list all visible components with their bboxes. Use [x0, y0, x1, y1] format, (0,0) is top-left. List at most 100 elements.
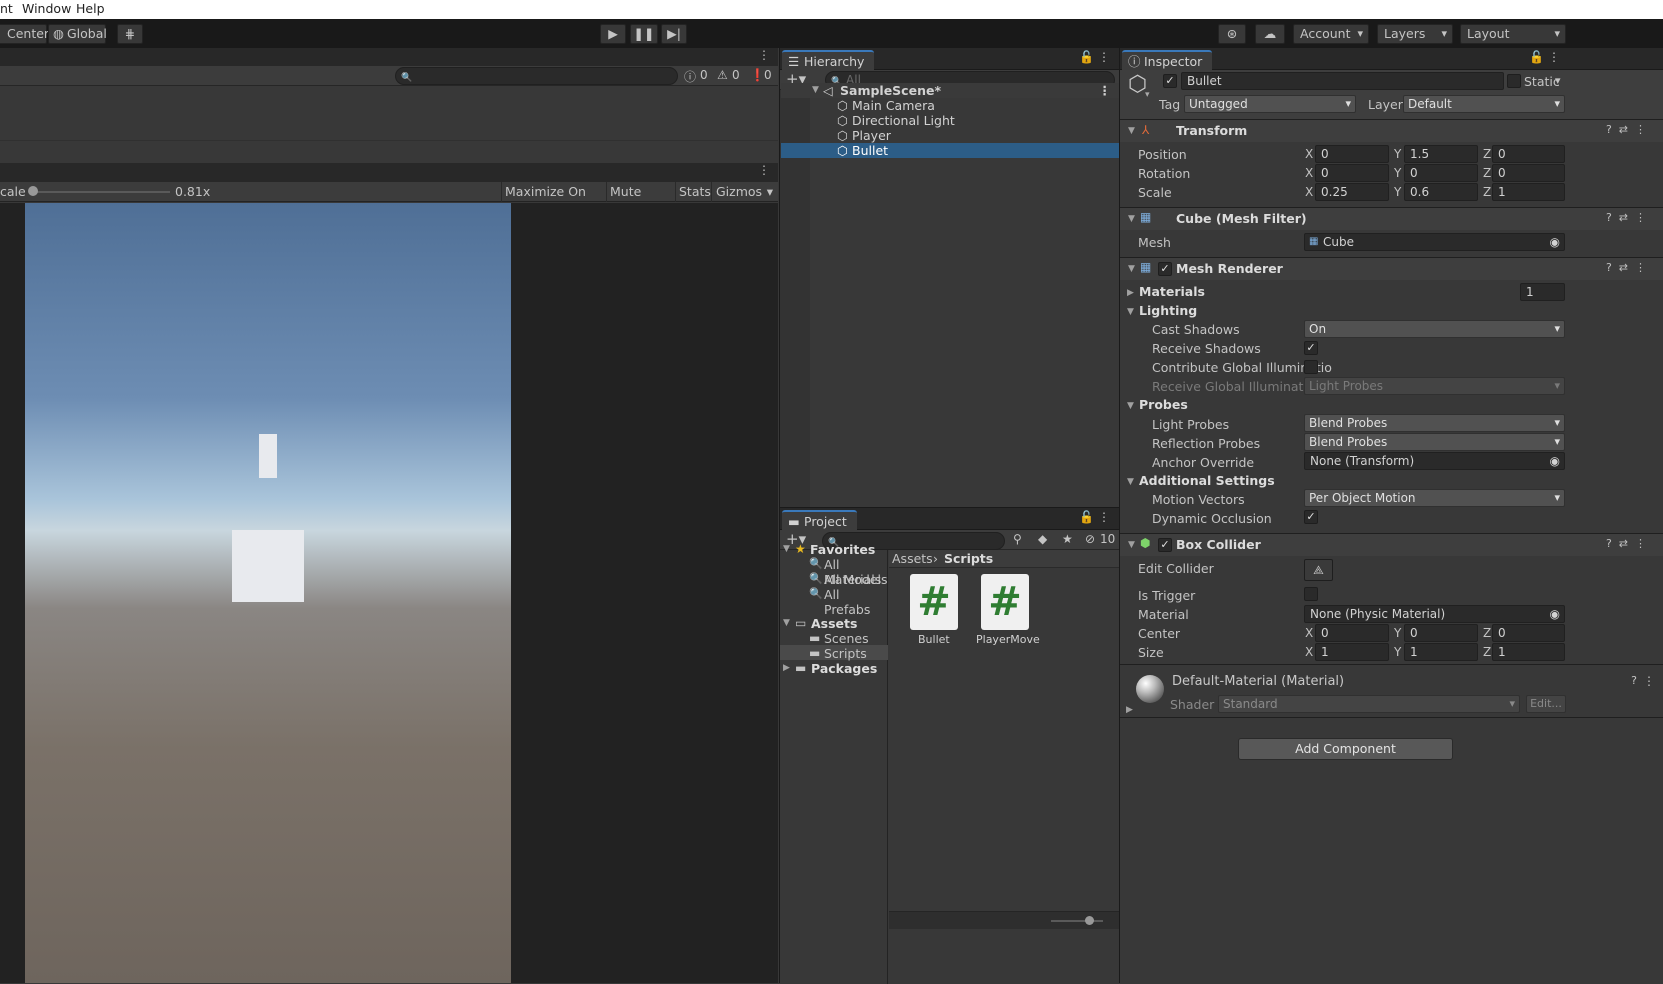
probes-label[interactable]: Probes [1139, 397, 1188, 412]
icon-size-slider-handle[interactable] [1085, 916, 1094, 925]
transform-header[interactable]: ▼ ⅄ Transform ?⇄⋮ [1120, 119, 1663, 142]
layer-dropdown[interactable]: Default [1403, 95, 1565, 113]
packages-label[interactable]: Packages [811, 661, 877, 676]
shader-dropdown[interactable]: Standard [1218, 695, 1520, 713]
breadcrumb-scripts[interactable]: Scripts [944, 551, 993, 566]
layers-dropdown[interactable]: Layers [1377, 24, 1453, 44]
scale-x-input[interactable]: 0.25 [1315, 183, 1389, 201]
folder-item[interactable]: Scenes [824, 631, 869, 646]
folder-item[interactable]: Scripts [824, 646, 867, 661]
more-icon[interactable]: ⋮ [758, 48, 770, 62]
help-icon[interactable]: ? [1631, 674, 1637, 687]
center-z-input[interactable]: 0 [1492, 624, 1565, 642]
message-icon[interactable]: ❗ [750, 68, 765, 82]
account-dropdown[interactable]: Account [1293, 24, 1369, 44]
assets-label[interactable]: Assets [811, 616, 857, 631]
scale-y-input[interactable]: 0.6 [1404, 183, 1478, 201]
icon-size-slider[interactable] [1051, 920, 1103, 922]
hierarchy-item[interactable]: ⬡ Main Camera [781, 98, 1121, 113]
more-icon[interactable]: ⋮ [1643, 674, 1655, 688]
menu-window[interactable]: Window [22, 1, 71, 16]
position-z-input[interactable]: 0 [1492, 145, 1565, 163]
tab-project[interactable]: ▬ Project [782, 510, 857, 530]
object-picker-icon[interactable]: ◉ [1550, 606, 1560, 622]
object-name-input[interactable]: Bullet [1181, 72, 1504, 90]
hidden-packages-icon[interactable]: ⊘ [1085, 532, 1095, 546]
center-x-input[interactable]: 0 [1315, 624, 1389, 642]
enabled-checkbox[interactable]: ✓ [1158, 262, 1172, 276]
collab-icon[interactable]: ⊛ [1218, 24, 1246, 44]
scale-slider[interactable] [30, 191, 170, 193]
menu-edit[interactable]: nt [0, 1, 13, 16]
hierarchy-item[interactable]: ⬡ Directional Light [781, 113, 1121, 128]
lock-icon[interactable]: 🔓 [1529, 50, 1544, 64]
rotation-x-input[interactable]: 0 [1315, 164, 1389, 182]
favorite-icon[interactable]: ★ [1062, 532, 1073, 546]
console-search-input[interactable]: 🔍 [395, 67, 678, 85]
reflection-probes-dropdown[interactable]: Blend Probes [1304, 433, 1565, 451]
materials-count-input[interactable]: 1 [1520, 283, 1565, 301]
position-x-input[interactable]: 0 [1315, 145, 1389, 163]
favorite-item[interactable]: All Prefabs [824, 587, 889, 617]
cast-shadows-dropdown[interactable]: On [1304, 320, 1565, 338]
gizmos-dropdown[interactable]: Gizmos ▾ [711, 182, 778, 202]
expand-icon[interactable]: ▼ [1127, 401, 1134, 411]
more-icon[interactable]: ⋮ [1098, 510, 1110, 524]
collapse-icon[interactable]: ▶ [1126, 705, 1133, 715]
mesh-renderer-header[interactable]: ▼ ▦ ✓ Mesh Renderer ?⇄⋮ [1120, 257, 1663, 280]
tab-inspector[interactable]: ⓘ Inspector [1122, 50, 1213, 70]
component-header-icons[interactable]: ?⇄⋮ [1606, 123, 1653, 136]
static-checkbox[interactable] [1507, 74, 1521, 88]
more-icon[interactable]: ⋮ [1548, 50, 1560, 64]
expand-icon[interactable]: ▼ [1127, 307, 1134, 317]
collider-material-field[interactable]: None (Physic Material) ◉ [1304, 605, 1565, 623]
size-x-input[interactable]: 1 [1315, 643, 1389, 661]
more-icon[interactable]: ⋮ [1098, 50, 1110, 64]
tag-dropdown[interactable]: Untagged [1184, 95, 1356, 113]
receive-shadows-checkbox[interactable]: ✓ [1304, 341, 1318, 355]
cloud-icon[interactable]: ☁ [1255, 24, 1285, 44]
lock-icon[interactable]: 🔓 [1079, 50, 1094, 64]
object-picker-icon[interactable]: ◉ [1550, 234, 1560, 250]
maximize-on-play-toggle[interactable]: Maximize On Play [501, 182, 603, 218]
shader-edit-button[interactable]: Edit... [1526, 695, 1566, 713]
hierarchy-item[interactable]: ⬡ Player [781, 128, 1121, 143]
game-render[interactable] [25, 203, 511, 983]
chevron-down-icon[interactable]: ▾ [1555, 74, 1561, 87]
error-icon[interactable]: ⓘ [684, 68, 696, 85]
mute-audio-toggle[interactable]: Mute Audio [606, 182, 676, 218]
global-button[interactable]: ◍ Global [48, 24, 107, 44]
scene-row[interactable]: ▼ ◁ SampleScene* ⋮ [781, 83, 1121, 98]
mesh-filter-header[interactable]: ▼ ▦ Cube (Mesh Filter) ?⇄⋮ [1120, 207, 1663, 230]
expand-icon[interactable]: ▼ [1127, 477, 1134, 487]
hierarchy-item-selected[interactable]: ⬡ Bullet [781, 143, 1121, 158]
layout-dropdown[interactable]: Layout [1460, 24, 1566, 44]
pause-icon[interactable]: ❚❚ [630, 24, 658, 44]
step-icon[interactable]: ▶| [661, 24, 687, 44]
scale-slider-handle[interactable] [28, 186, 38, 196]
motion-vectors-dropdown[interactable]: Per Object Motion [1304, 489, 1565, 507]
component-header-icons[interactable]: ?⇄⋮ [1606, 261, 1653, 274]
csharp-script-icon[interactable]: # [910, 574, 958, 630]
rotation-z-input[interactable]: 0 [1492, 164, 1565, 182]
favorite-item[interactable]: All Models [824, 572, 888, 587]
favorites-label[interactable]: Favorites [810, 542, 875, 557]
play-icon[interactable]: ▶ [600, 24, 626, 44]
center-y-input[interactable]: 0 [1404, 624, 1478, 642]
size-z-input[interactable]: 1 [1492, 643, 1565, 661]
lock-icon[interactable]: 🔓 [1079, 510, 1094, 524]
grid-snap-icon[interactable]: ⋕ [117, 24, 143, 44]
materials-label[interactable]: Materials [1139, 284, 1205, 299]
enabled-checkbox[interactable]: ✓ [1158, 538, 1172, 552]
object-picker-icon[interactable]: ◉ [1550, 453, 1560, 469]
active-checkbox[interactable]: ✓ [1163, 74, 1177, 88]
breadcrumb-assets[interactable]: Assets [892, 551, 933, 566]
position-y-input[interactable]: 1.5 [1404, 145, 1478, 163]
dynamic-occlusion-checkbox[interactable]: ✓ [1304, 510, 1318, 524]
light-probes-dropdown[interactable]: Blend Probes [1304, 414, 1565, 432]
scale-z-input[interactable]: 1 [1492, 183, 1565, 201]
warning-icon[interactable]: ⚠ [717, 68, 728, 82]
component-header-icons[interactable]: ?⇄⋮ [1606, 537, 1653, 550]
contribute-gi-checkbox[interactable] [1304, 360, 1318, 374]
more-icon[interactable]: ⋮ [1099, 83, 1112, 98]
